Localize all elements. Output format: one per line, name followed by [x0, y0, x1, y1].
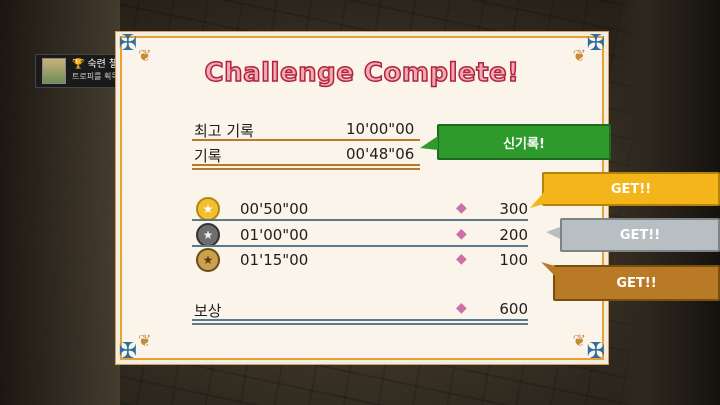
best-record-label: 최고 기록: [194, 122, 254, 140]
total-value: 600: [499, 300, 528, 318]
gold-get-badge: GET!!: [542, 172, 720, 206]
divider: [192, 219, 528, 221]
tier-reward: 200: [499, 226, 528, 244]
callout-tail: [530, 192, 544, 208]
corner-ornament-icon: ✠: [586, 31, 606, 56]
silver-medal-icon: ★: [196, 223, 220, 247]
callout-tail: [541, 262, 555, 276]
divider: [192, 139, 420, 141]
new-record-badge: 신기록!: [437, 124, 611, 160]
record-value: 00'48"06: [346, 145, 415, 163]
gem-icon: ◆: [456, 300, 467, 316]
best-record-value: 10'00"00: [346, 120, 415, 138]
divider: [192, 168, 420, 170]
record-label: 기록: [194, 147, 222, 165]
trophy-avatar: [42, 58, 66, 84]
divider: [192, 164, 420, 166]
trophy-icon: 🏆: [72, 59, 85, 70]
gem-icon: ◆: [456, 200, 467, 216]
bronze-medal-icon: ★: [196, 248, 220, 272]
tier-time: 00'50"00: [240, 200, 309, 218]
tier-reward: 100: [499, 251, 528, 269]
tier-reward: 300: [499, 200, 528, 218]
divider: [192, 245, 528, 247]
bronze-get-badge: GET!!: [553, 265, 720, 301]
silver-get-badge: GET!!: [560, 218, 720, 252]
tier-time: 01'15"00: [240, 251, 309, 269]
callout-tail: [546, 227, 560, 239]
gem-icon: ◆: [456, 251, 467, 267]
tier-time: 01'00"00: [240, 226, 309, 244]
callout-tail: [420, 136, 438, 150]
fleur-icon: ❦: [572, 331, 586, 350]
gold-medal-icon: ★: [196, 197, 220, 221]
fleur-icon: ❦: [138, 331, 152, 350]
divider: [192, 319, 528, 321]
total-label: 보상: [194, 302, 222, 320]
divider: [192, 323, 528, 325]
challenge-title: Challenge Complete!: [204, 57, 520, 89]
gem-icon: ◆: [456, 226, 467, 242]
corner-ornament-icon: ✠: [586, 339, 606, 364]
